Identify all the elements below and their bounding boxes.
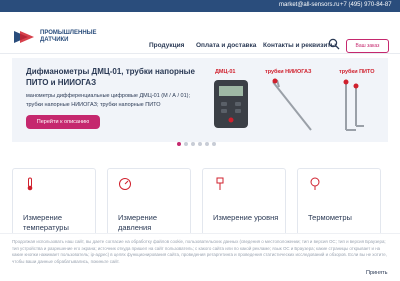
cookie-text: Продолжая использовать наш сайт, вы дает… bbox=[12, 239, 387, 264]
level-sensor-icon bbox=[216, 177, 224, 190]
logo-text[interactable]: ПРОМЫШЛЕННЫЕ ДАТЧИКИ bbox=[40, 30, 97, 44]
product-label-dmc: ДМЦ-01 bbox=[215, 69, 236, 75]
thermometer-icon bbox=[27, 177, 33, 191]
slider-dot-2[interactable] bbox=[184, 142, 188, 146]
slider-dot-4[interactable] bbox=[198, 142, 202, 146]
category-title: Измерение температуры bbox=[23, 213, 69, 232]
cookie-accept-button[interactable]: Принять bbox=[366, 270, 387, 276]
contact-email-link[interactable]: market@all-sensors.ru bbox=[279, 2, 339, 8]
product-label-pito: трубки ПИТО bbox=[339, 69, 375, 75]
search-icon[interactable] bbox=[328, 38, 340, 50]
nav-payment-delivery[interactable]: Оплата и доставка bbox=[196, 42, 256, 49]
logo-line-1: ПРОМЫШЛЕННЫЕ bbox=[40, 30, 97, 36]
order-cart-button[interactable]: Ваш заказ bbox=[346, 39, 389, 53]
cookie-banner: Продолжая использовать наш сайт, вы дает… bbox=[0, 233, 400, 281]
hero-title: Дифманометры ДМЦ-01, трубки напорные ПИТ… bbox=[26, 67, 195, 87]
slider-dot-5[interactable] bbox=[205, 142, 209, 146]
dmc-device-image bbox=[214, 80, 248, 128]
contact-phone-link[interactable]: +7 (495) 970-84-87 bbox=[340, 2, 392, 8]
category-card-temperature[interactable]: Измерение температуры bbox=[12, 168, 96, 238]
top-contact-bar: market@all-sensors.ru +7 (495) 970-84-87 bbox=[0, 0, 400, 12]
category-title: Измерение давления bbox=[118, 213, 158, 232]
hero-banner: Дифманометры ДМЦ-01, трубки напорные ПИТ… bbox=[12, 58, 388, 142]
gauge-icon bbox=[119, 178, 131, 190]
slider-dot-1[interactable] bbox=[177, 142, 181, 146]
category-card-thermometers[interactable]: Термометры bbox=[297, 168, 381, 238]
thermometer-dial-icon bbox=[310, 177, 320, 190]
niiogaz-tube-image bbox=[272, 78, 312, 131]
hero-details-button[interactable]: Перейти к описанию bbox=[26, 115, 100, 129]
category-card-level[interactable]: Измерение уровня bbox=[202, 168, 286, 238]
slider-dot-3[interactable] bbox=[191, 142, 195, 146]
category-card-pressure[interactable]: Измерение давления bbox=[107, 168, 191, 238]
category-title: Термометры bbox=[308, 213, 352, 222]
hero-description: манометры дифференциальные цифровые ДМЦ-… bbox=[26, 93, 191, 108]
site-header: ПРОМЫШЛЕННЫЕ ДАТЧИКИ Продукция Оплата и … bbox=[0, 12, 400, 54]
product-label-niiogaz: трубки НИИОГАЗ bbox=[265, 69, 312, 75]
slider-dot-6[interactable] bbox=[212, 142, 216, 146]
nav-contacts[interactable]: Контакты и реквизиты bbox=[263, 42, 336, 49]
logo-icon[interactable] bbox=[12, 27, 36, 47]
nav-products[interactable]: Продукция bbox=[149, 42, 184, 49]
pito-tube-image bbox=[343, 79, 364, 131]
logo-line-2: ДАТЧИКИ bbox=[40, 37, 69, 43]
category-title: Измерение уровня bbox=[213, 213, 279, 222]
